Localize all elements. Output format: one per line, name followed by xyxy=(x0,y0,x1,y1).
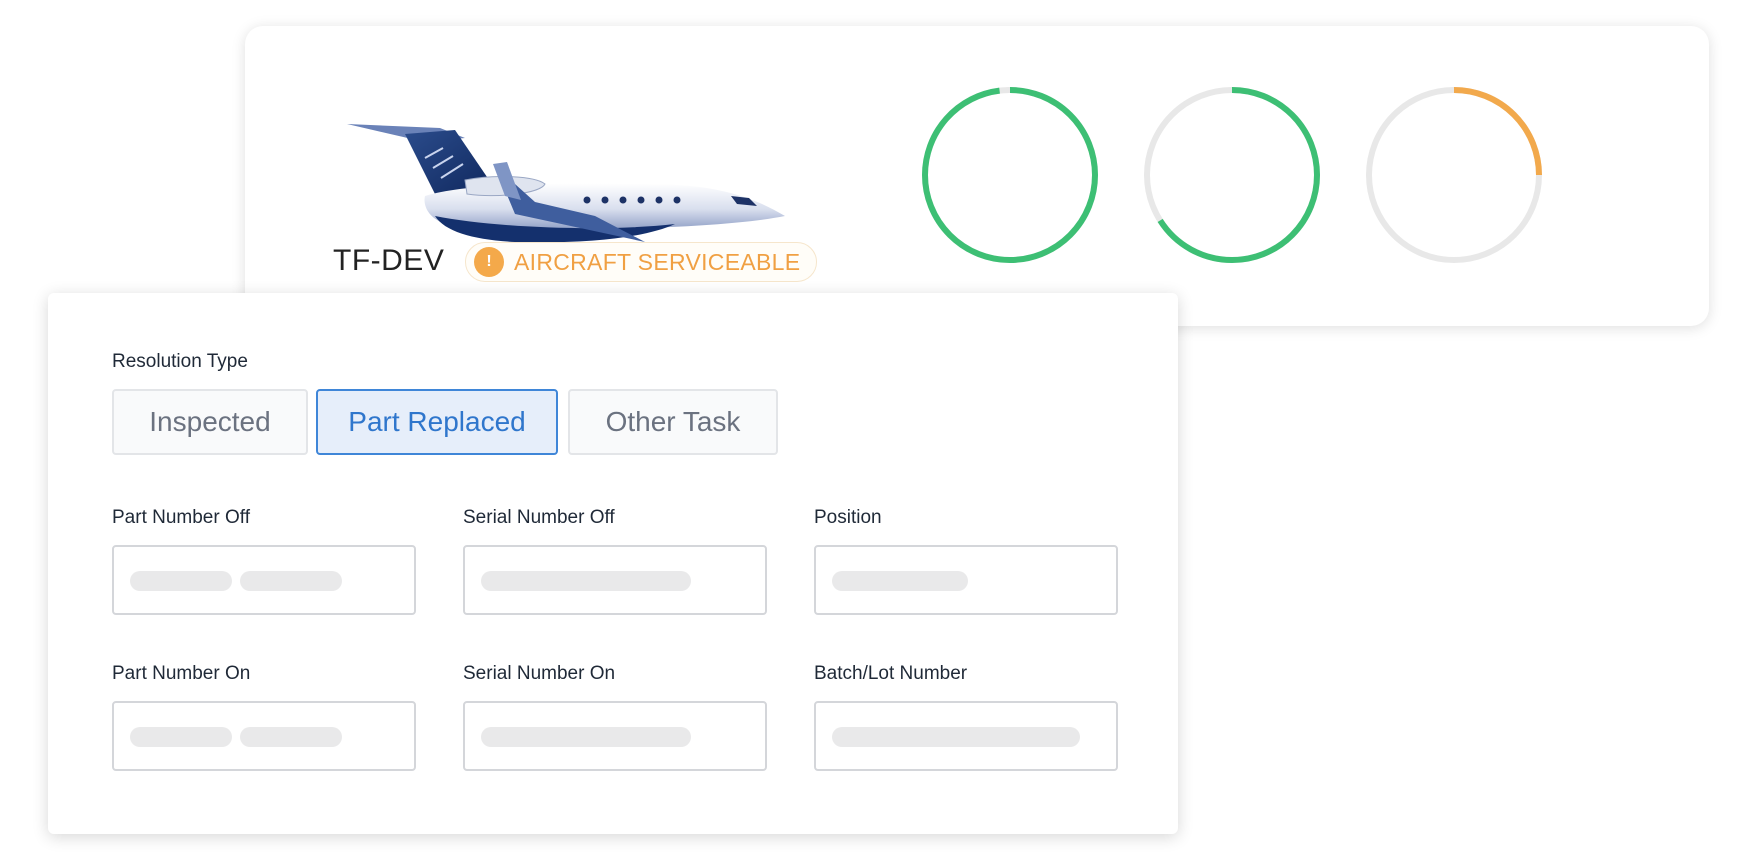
resolution-type-label: Resolution Type xyxy=(112,351,248,372)
aircraft-registration: TF-DEV xyxy=(333,244,445,277)
gauge-progress-arc xyxy=(922,87,1098,263)
placeholder-bar xyxy=(240,727,342,747)
serial-number-on-input[interactable] xyxy=(463,701,767,771)
part-number-off-input[interactable] xyxy=(112,545,416,615)
part-number-on-input[interactable] xyxy=(112,701,416,771)
part-number-off-label: Part Number Off xyxy=(112,507,250,528)
placeholder-bar xyxy=(130,727,232,747)
exclamation-icon: ! xyxy=(474,247,504,277)
placeholder-bar xyxy=(832,727,1080,747)
aircraft-image xyxy=(347,124,785,243)
progress-gauge-3 xyxy=(1366,87,1542,263)
placeholder-bar xyxy=(130,571,232,591)
batch-lot-number-input[interactable] xyxy=(814,701,1118,771)
placeholder-bar xyxy=(481,727,691,747)
progress-gauge-2 xyxy=(1144,87,1320,263)
option-inspected-button[interactable]: Inspected xyxy=(112,389,308,455)
placeholder-bar xyxy=(832,571,968,591)
option-part-replaced-button[interactable]: Part Replaced xyxy=(316,389,558,455)
serial-number-on-label: Serial Number On xyxy=(463,663,616,684)
part-number-on-label: Part Number On xyxy=(112,663,251,684)
progress-gauge-1 xyxy=(922,87,1098,263)
resolution-form: Resolution Type Inspected Part Replaced … xyxy=(48,293,1178,834)
status-badge: ! AIRCRAFT SERVICEABLE xyxy=(465,242,818,282)
serial-number-off-label: Serial Number Off xyxy=(463,507,615,528)
serial-number-off-input[interactable] xyxy=(463,545,767,615)
placeholder-bar xyxy=(240,571,342,591)
option-other-task-button[interactable]: Other Task xyxy=(568,389,778,455)
position-input[interactable] xyxy=(814,545,1118,615)
aircraft-card: TF-DEV ! AIRCRAFT SERVICEABLE xyxy=(245,26,1709,326)
position-label: Position xyxy=(814,507,882,528)
status-label: AIRCRAFT SERVICEABLE xyxy=(514,248,801,275)
batch-lot-number-label: Batch/Lot Number xyxy=(814,663,968,684)
placeholder-bar xyxy=(481,571,691,591)
